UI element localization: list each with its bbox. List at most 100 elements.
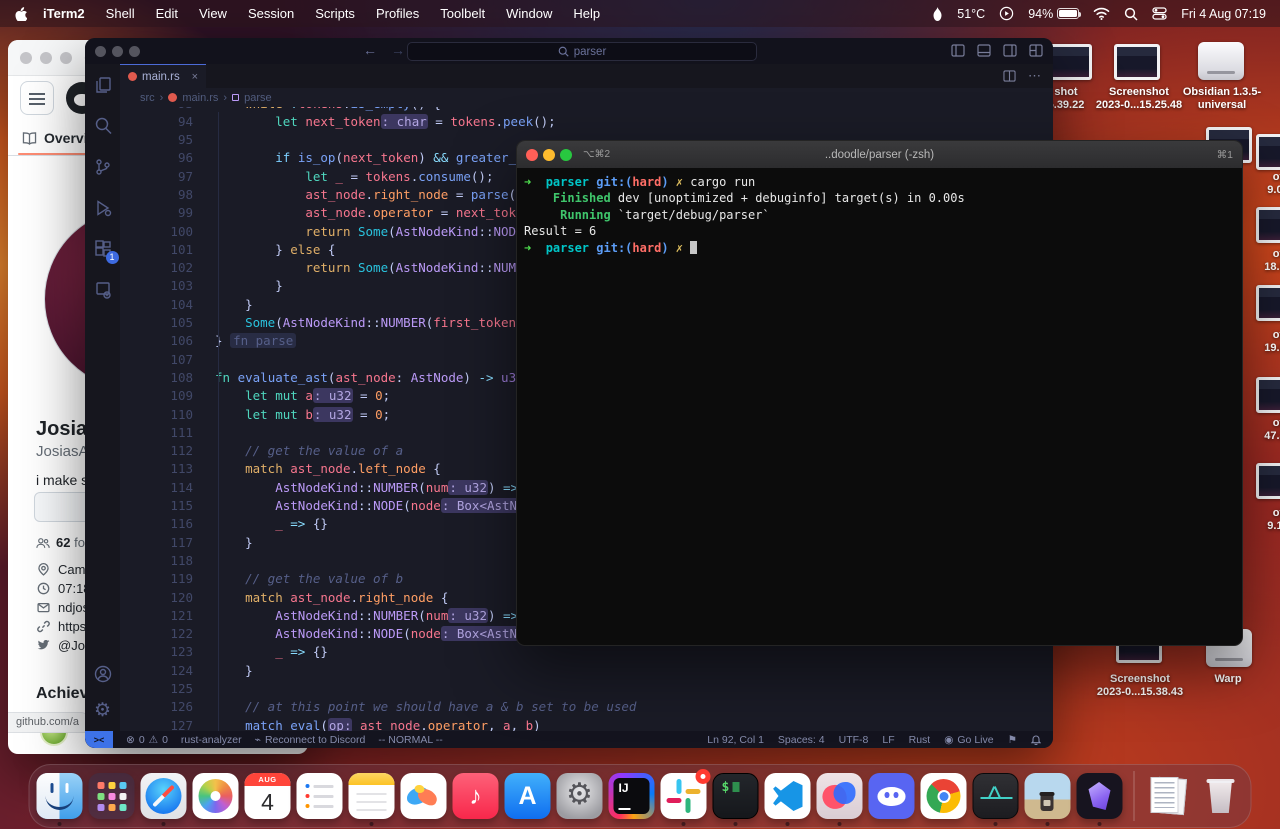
desktop-icon-ot-9-13[interactable] xyxy=(1256,463,1280,499)
browser-zoom-button[interactable] xyxy=(60,51,72,64)
menu-scripts[interactable]: Scripts xyxy=(315,6,355,21)
dock-item-calendar[interactable]: AUG 4 xyxy=(244,773,291,819)
menu-session[interactable]: Session xyxy=(248,6,294,21)
dock-item-downloads[interactable] xyxy=(1146,773,1192,819)
tab-close-icon[interactable]: × xyxy=(192,71,198,83)
toggle-panel-icon[interactable] xyxy=(977,44,991,57)
dock-item-chrome[interactable] xyxy=(920,773,967,819)
extensions-icon[interactable]: 1 xyxy=(92,238,119,264)
indentation[interactable]: Spaces: 4 xyxy=(778,734,825,746)
more-actions-icon[interactable]: ⋯ xyxy=(1028,68,1041,84)
desktop-icon-obsidian-1-3-5-universal[interactable] xyxy=(1198,42,1244,80)
desktop-icon-ot-18-59[interactable] xyxy=(1256,207,1280,243)
menu-profiles[interactable]: Profiles xyxy=(376,6,419,21)
dock-item-iterm[interactable]: $ xyxy=(712,773,759,826)
dock-item-arc[interactable] xyxy=(816,773,863,826)
cursor-position[interactable]: Ln 92, Col 1 xyxy=(707,734,764,746)
menu-bar: iTerm2 Shell Edit View Session Scripts Profile… xyxy=(0,0,1280,27)
nav-back-button[interactable]: ← xyxy=(363,42,377,58)
split-editor-icon[interactable] xyxy=(1003,70,1016,82)
apple-menu-icon[interactable] xyxy=(14,6,27,21)
dock-item-photos[interactable] xyxy=(192,773,239,819)
desktop-icon-ot-19-05[interactable] xyxy=(1256,285,1280,321)
vscode-close-button[interactable] xyxy=(95,45,106,57)
battery-indicator[interactable]: 94% xyxy=(1028,7,1082,21)
feedback-icon[interactable]: ⚑ xyxy=(1008,734,1017,746)
appstore-icon: A xyxy=(504,773,551,819)
desktop-icon-ot-47-36[interactable] xyxy=(1256,377,1280,413)
dock-item-activity-monitor[interactable] xyxy=(972,773,1019,826)
toggle-sidebar-icon[interactable] xyxy=(951,44,965,57)
lsp-status[interactable]: rust-analyzer xyxy=(181,734,242,746)
breadcrumb-symbol[interactable]: parse xyxy=(244,92,272,104)
dock-item-music[interactable]: ♪ xyxy=(452,773,499,819)
vscode-minimize-button[interactable] xyxy=(112,45,123,57)
menu-edit[interactable]: Edit xyxy=(156,6,178,21)
dock-item-appstore[interactable]: A xyxy=(504,773,551,819)
settings-gear-icon[interactable]: ⚙ xyxy=(92,699,114,721)
customize-layout-icon[interactable] xyxy=(1029,44,1043,57)
dock-item-finder[interactable] xyxy=(36,773,83,826)
nav-forward-button[interactable]: → xyxy=(391,42,405,58)
tab-main-rs[interactable]: main.rs × xyxy=(120,64,206,88)
toggle-secondary-sidebar-icon[interactable] xyxy=(1003,44,1017,57)
safari-icon xyxy=(140,773,187,819)
vscode-zoom-button[interactable] xyxy=(129,45,140,57)
dock-item-notes[interactable] xyxy=(348,773,395,826)
playback-icon[interactable] xyxy=(999,6,1014,21)
desktop-icon-screenshot-2023-0-15-25-48[interactable] xyxy=(1114,44,1160,80)
account-icon[interactable] xyxy=(92,663,114,685)
hamburger-menu-button[interactable] xyxy=(20,81,54,115)
terminal-output[interactable]: ➜ parser git:(hard) ✗ cargo run Finished… xyxy=(517,168,1242,256)
breadcrumb[interactable]: src › main.rs › parse xyxy=(120,88,1053,107)
menu-view[interactable]: View xyxy=(199,6,227,21)
line-number: 108 xyxy=(170,369,193,385)
command-center-search[interactable]: parser xyxy=(407,42,757,61)
dock-item-jar-app[interactable] xyxy=(1024,773,1071,826)
notifications-bell-icon[interactable] xyxy=(1031,734,1041,745)
menu-shell[interactable]: Shell xyxy=(106,6,135,21)
explorer-icon[interactable] xyxy=(92,74,114,96)
dock-item-safari[interactable] xyxy=(140,773,187,826)
search-icon[interactable] xyxy=(92,115,114,137)
control-center-icon[interactable] xyxy=(1152,7,1167,20)
line-number: 101 xyxy=(170,241,193,257)
spotlight-search-icon[interactable] xyxy=(1124,7,1138,21)
discord-status[interactable]: ⌁ Reconnect to Discord xyxy=(255,734,366,746)
dock-item-settings[interactable]: ⚙ xyxy=(556,773,603,819)
dock-item-trash[interactable] xyxy=(1198,773,1244,819)
menu-iterm2[interactable]: iTerm2 xyxy=(43,6,85,21)
browser-close-button[interactable] xyxy=(20,51,32,64)
source-control-icon[interactable] xyxy=(92,156,114,178)
temperature-flame-icon[interactable] xyxy=(932,6,943,21)
dock-item-discord[interactable] xyxy=(868,773,915,819)
breadcrumb-src[interactable]: src xyxy=(140,92,155,104)
wifi-icon[interactable] xyxy=(1093,7,1110,20)
browser-minimize-button[interactable] xyxy=(40,51,52,64)
menu-toolbelt[interactable]: Toolbelt xyxy=(440,6,485,21)
dock-item-vscode[interactable] xyxy=(764,773,811,826)
eol-type[interactable]: LF xyxy=(882,734,894,746)
go-live-button[interactable]: ◉ Go Live xyxy=(944,734,993,746)
run-debug-icon[interactable] xyxy=(92,197,114,219)
iterm-window[interactable]: ⌥⌘2 ..doodle/parser (-zsh) ⌘1 ➜ parser g… xyxy=(516,140,1243,646)
dock-item-freeform[interactable] xyxy=(400,773,447,819)
freeform-icon xyxy=(400,773,447,819)
problems-indicator[interactable]: ⊗ 0 ⚠ 0 xyxy=(126,734,168,746)
encoding[interactable]: UTF-8 xyxy=(839,734,869,746)
language-mode[interactable]: Rust xyxy=(909,734,931,746)
remote-explorer-icon[interactable] xyxy=(92,279,114,301)
running-indicator xyxy=(57,822,62,826)
dock-item-obsidian[interactable] xyxy=(1076,773,1123,826)
menu-bar-clock[interactable]: Fri 4 Aug 07:19 xyxy=(1181,7,1266,21)
profile-followers[interactable]: 62 foll xyxy=(36,535,91,550)
menu-help[interactable]: Help xyxy=(573,6,600,21)
remote-indicator[interactable]: >< xyxy=(85,731,113,748)
dock-item-slack[interactable] xyxy=(660,769,711,826)
dock-item-launchpad[interactable] xyxy=(88,773,135,819)
breadcrumb-file[interactable]: main.rs xyxy=(182,92,218,104)
dock-item-reminders[interactable] xyxy=(296,773,343,819)
menu-window[interactable]: Window xyxy=(506,6,552,21)
desktop-icon-ot-9-09[interactable] xyxy=(1256,134,1280,170)
dock-item-intellij[interactable]: IJ xyxy=(608,773,655,819)
